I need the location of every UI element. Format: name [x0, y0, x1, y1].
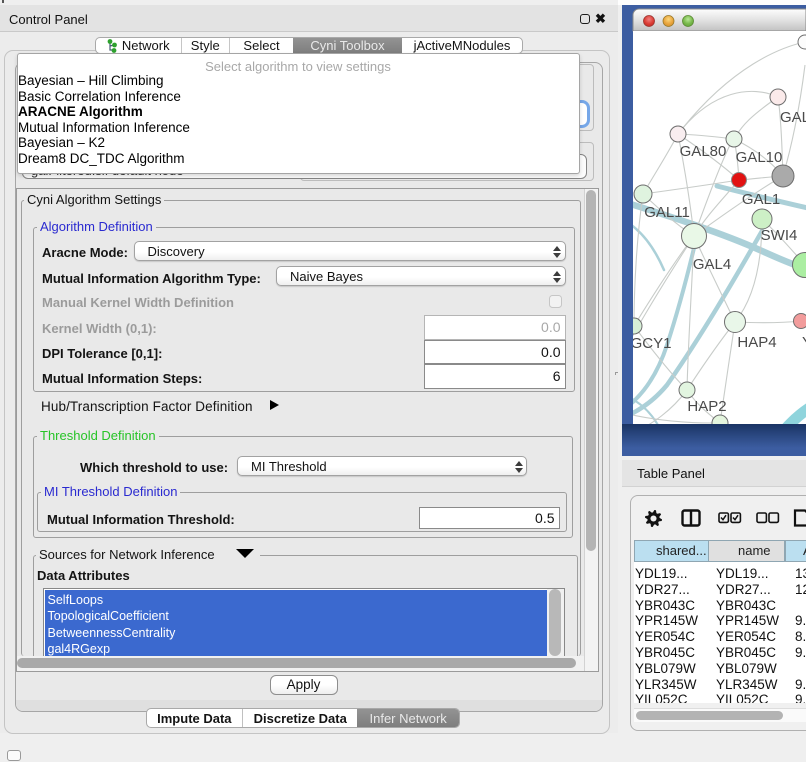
svg-text:GAL4: GAL4 [693, 256, 731, 273]
svg-text:SWI4: SWI4 [761, 227, 798, 244]
svg-text:GAL: GAL [780, 109, 806, 126]
svg-text:GAL11: GAL11 [644, 204, 690, 221]
svg-text:Y: Y [802, 334, 806, 351]
svg-text:GCY1: GCY1 [631, 335, 672, 352]
svg-text:GAL80: GAL80 [680, 143, 727, 160]
svg-text:HAP2: HAP2 [687, 398, 726, 415]
svg-text:HAP4: HAP4 [737, 334, 776, 351]
svg-text:GAL1: GAL1 [742, 191, 780, 208]
svg-text:GAL10: GAL10 [736, 149, 783, 166]
